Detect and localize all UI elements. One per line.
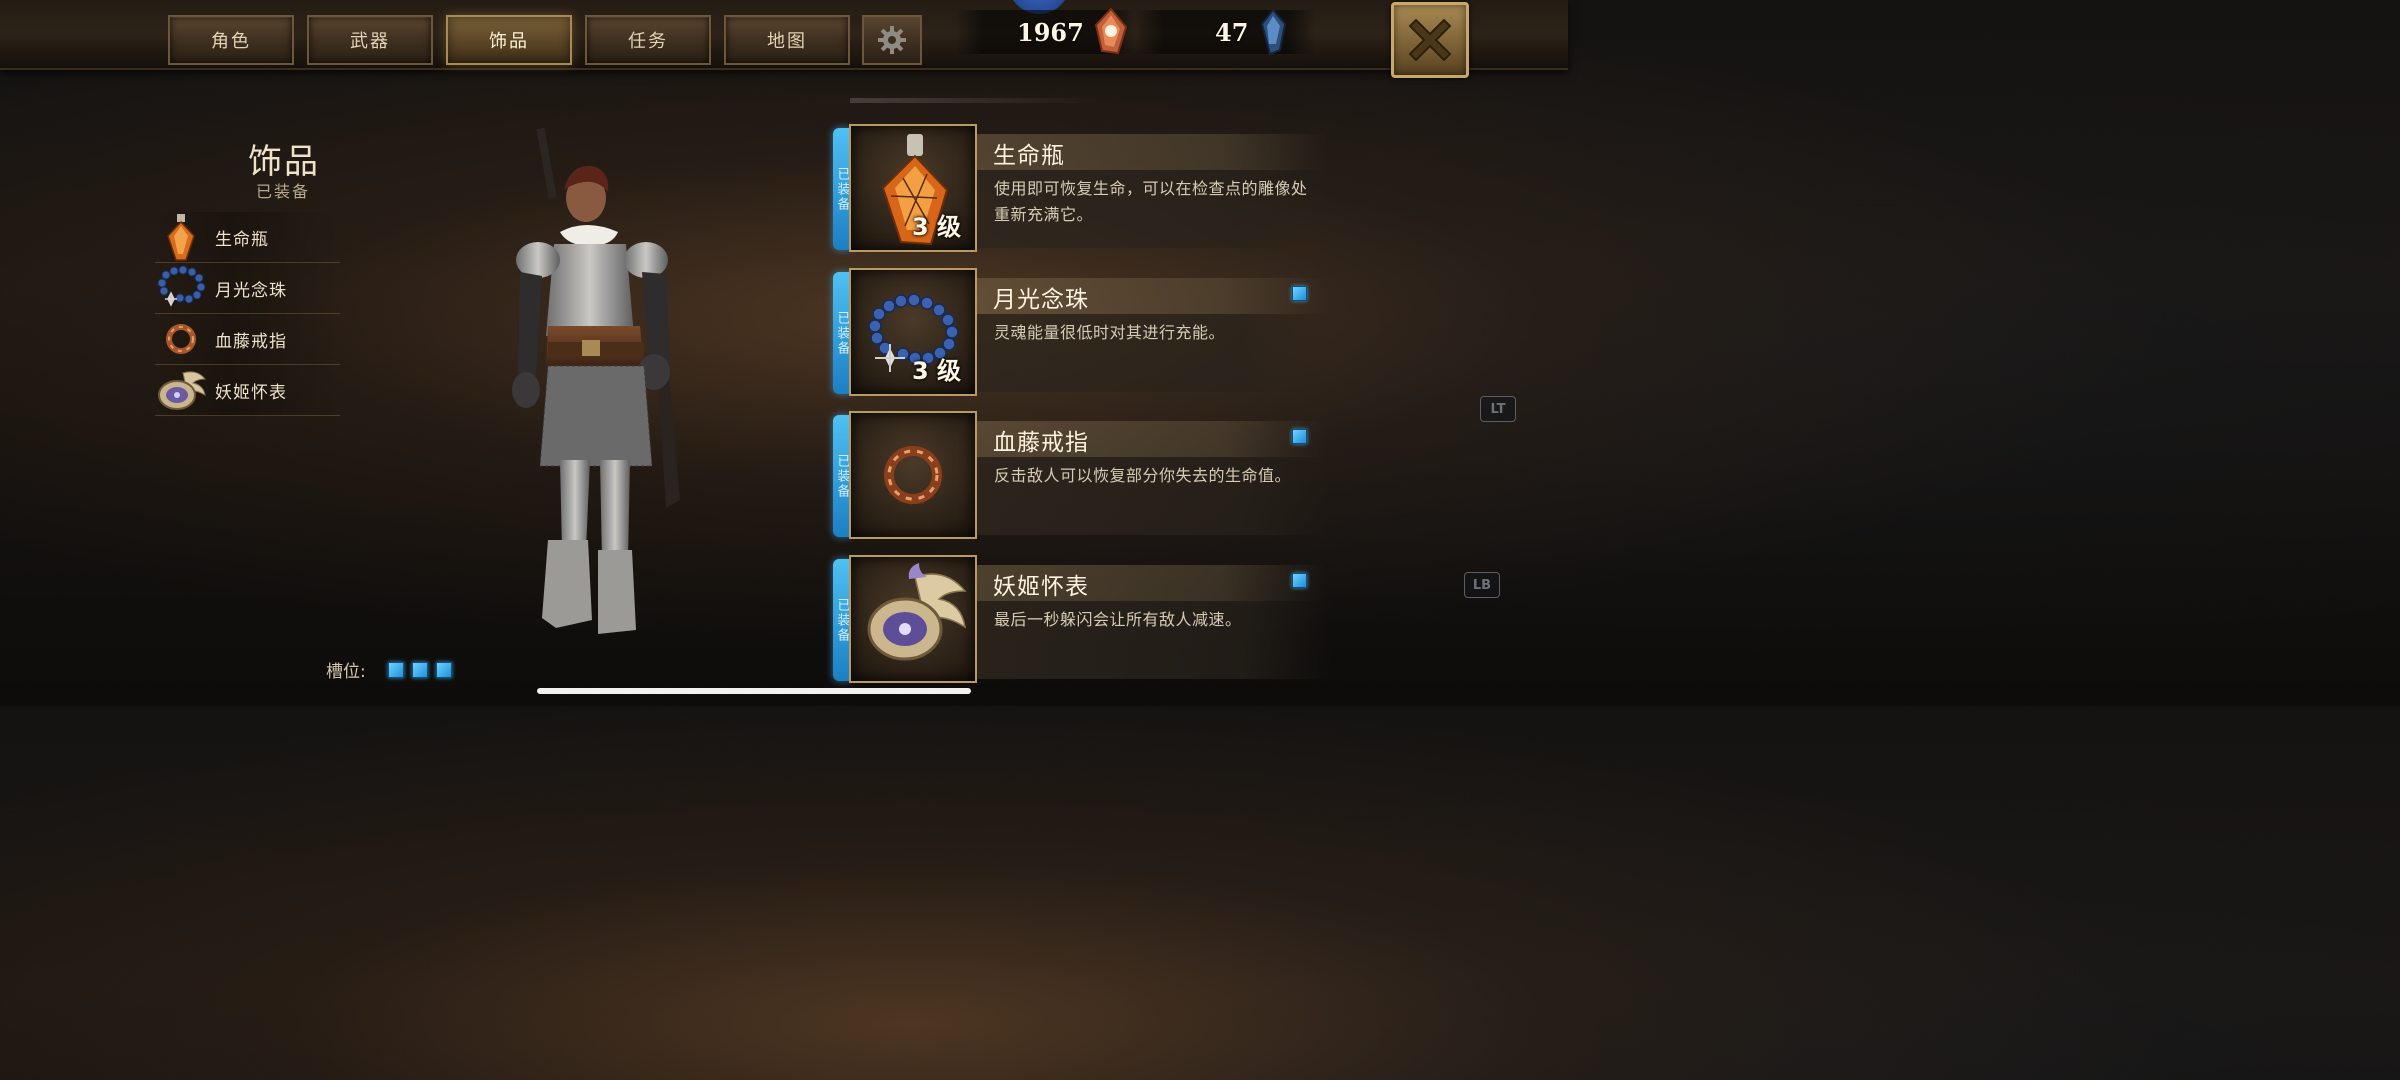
scroll-hint xyxy=(850,98,1100,103)
item-name: 血藤戒指 xyxy=(993,430,1089,456)
equipped-item-siren-watch[interactable]: 妖姬怀表 xyxy=(155,365,340,416)
accessory-card-moon-beads[interactable]: 已装备 3 级 月光念珠 灵魂能量很低时对其进行充能。 xyxy=(833,268,1333,398)
blue-marker-icon xyxy=(1292,429,1307,444)
accessory-card-blood-vine-ring[interactable]: 已装备 血藤戒指 反击敌人可以恢复部分你失去的生命值。 xyxy=(833,411,1333,541)
item-thumbnail: 3 级 xyxy=(849,268,977,396)
item-thumbnail xyxy=(849,411,977,539)
accessory-card-siren-watch[interactable]: 已装备 妖姬怀表 最后一秒躲闪会让所有敌人减速。 xyxy=(833,555,1333,685)
panel-title: 饰品 xyxy=(248,142,320,182)
gems-counter: 47 xyxy=(1135,8,1315,56)
souls-counter: 1967 xyxy=(955,7,1135,55)
equipped-item-label: 血藤戒指 xyxy=(215,331,287,352)
equipped-item-label: 月光念珠 xyxy=(215,280,287,301)
pocket-watch-icon xyxy=(155,366,207,414)
item-name: 妖姬怀表 xyxy=(993,574,1089,600)
item-name: 生命瓶 xyxy=(993,143,1065,169)
orange-crystal-icon xyxy=(1094,7,1127,55)
slots-label: 槽位: xyxy=(326,662,366,682)
beads-icon xyxy=(155,264,207,312)
blue-marker-icon xyxy=(1292,573,1307,588)
home-indicator[interactable] xyxy=(537,688,971,694)
blue-marker-icon xyxy=(1292,286,1307,301)
equipped-item-life-flask[interactable]: 生命瓶 xyxy=(155,212,340,263)
souls-value: 1967 xyxy=(1017,17,1084,47)
equipped-item-label: 妖姬怀表 xyxy=(215,382,287,403)
lt-button-hint: LT xyxy=(1480,396,1516,422)
item-description: 反击敌人可以恢复部分你失去的生命值。 xyxy=(994,466,1292,485)
item-description: 灵魂能量很低时对其进行充能。 xyxy=(994,323,1226,342)
equipped-item-blood-vine-ring[interactable]: 血藤戒指 xyxy=(155,314,340,365)
close-button[interactable] xyxy=(1391,2,1469,78)
item-description: 最后一秒躲闪会让所有敌人减速。 xyxy=(994,610,1242,629)
gems-value: 47 xyxy=(1215,17,1249,47)
accessory-card-life-flask[interactable]: 已装备 3 级 生命瓶 使用即可恢复生命，可以在检查点的雕像处重新充满它。 xyxy=(833,124,1333,254)
equipped-item-moon-beads[interactable]: 月光念珠 xyxy=(155,263,340,314)
close-icon xyxy=(1408,18,1452,62)
settings-button[interactable] xyxy=(862,15,922,65)
tab-quests[interactable]: 任务 xyxy=(585,15,711,65)
lb-button-hint: LB xyxy=(1464,572,1500,598)
panel-subtitle: 已装备 xyxy=(256,182,311,201)
potion-icon xyxy=(155,213,207,261)
item-level: 3 级 xyxy=(911,213,961,241)
item-level: 3 级 xyxy=(911,357,961,385)
slot-filled-indicator xyxy=(387,661,404,678)
tab-character[interactable]: 角色 xyxy=(168,15,294,65)
item-thumbnail xyxy=(849,555,977,683)
item-thumbnail: 3 级 xyxy=(849,124,977,252)
ring-icon xyxy=(882,444,944,506)
top-bar: 角色 武器 饰品 任务 地图 1967 47 xyxy=(0,0,1568,78)
item-name: 月光念珠 xyxy=(993,287,1089,313)
pocket-watch-icon xyxy=(867,563,967,661)
tab-weapons[interactable]: 武器 xyxy=(307,15,433,65)
slots-indicator: 槽位: xyxy=(326,657,452,682)
slot-filled-indicator xyxy=(411,661,428,678)
gear-icon xyxy=(878,26,906,54)
equipped-item-label: 生命瓶 xyxy=(215,229,269,250)
character-model xyxy=(490,120,710,640)
blue-crystal-icon xyxy=(1261,8,1287,56)
tab-map[interactable]: 地图 xyxy=(724,15,850,65)
ring-icon xyxy=(155,315,207,363)
slot-filled-indicator xyxy=(435,661,452,678)
tab-accessories[interactable]: 饰品 xyxy=(446,15,572,65)
item-description: 使用即可恢复生命，可以在检查点的雕像处重新充满它。 xyxy=(994,179,1308,224)
